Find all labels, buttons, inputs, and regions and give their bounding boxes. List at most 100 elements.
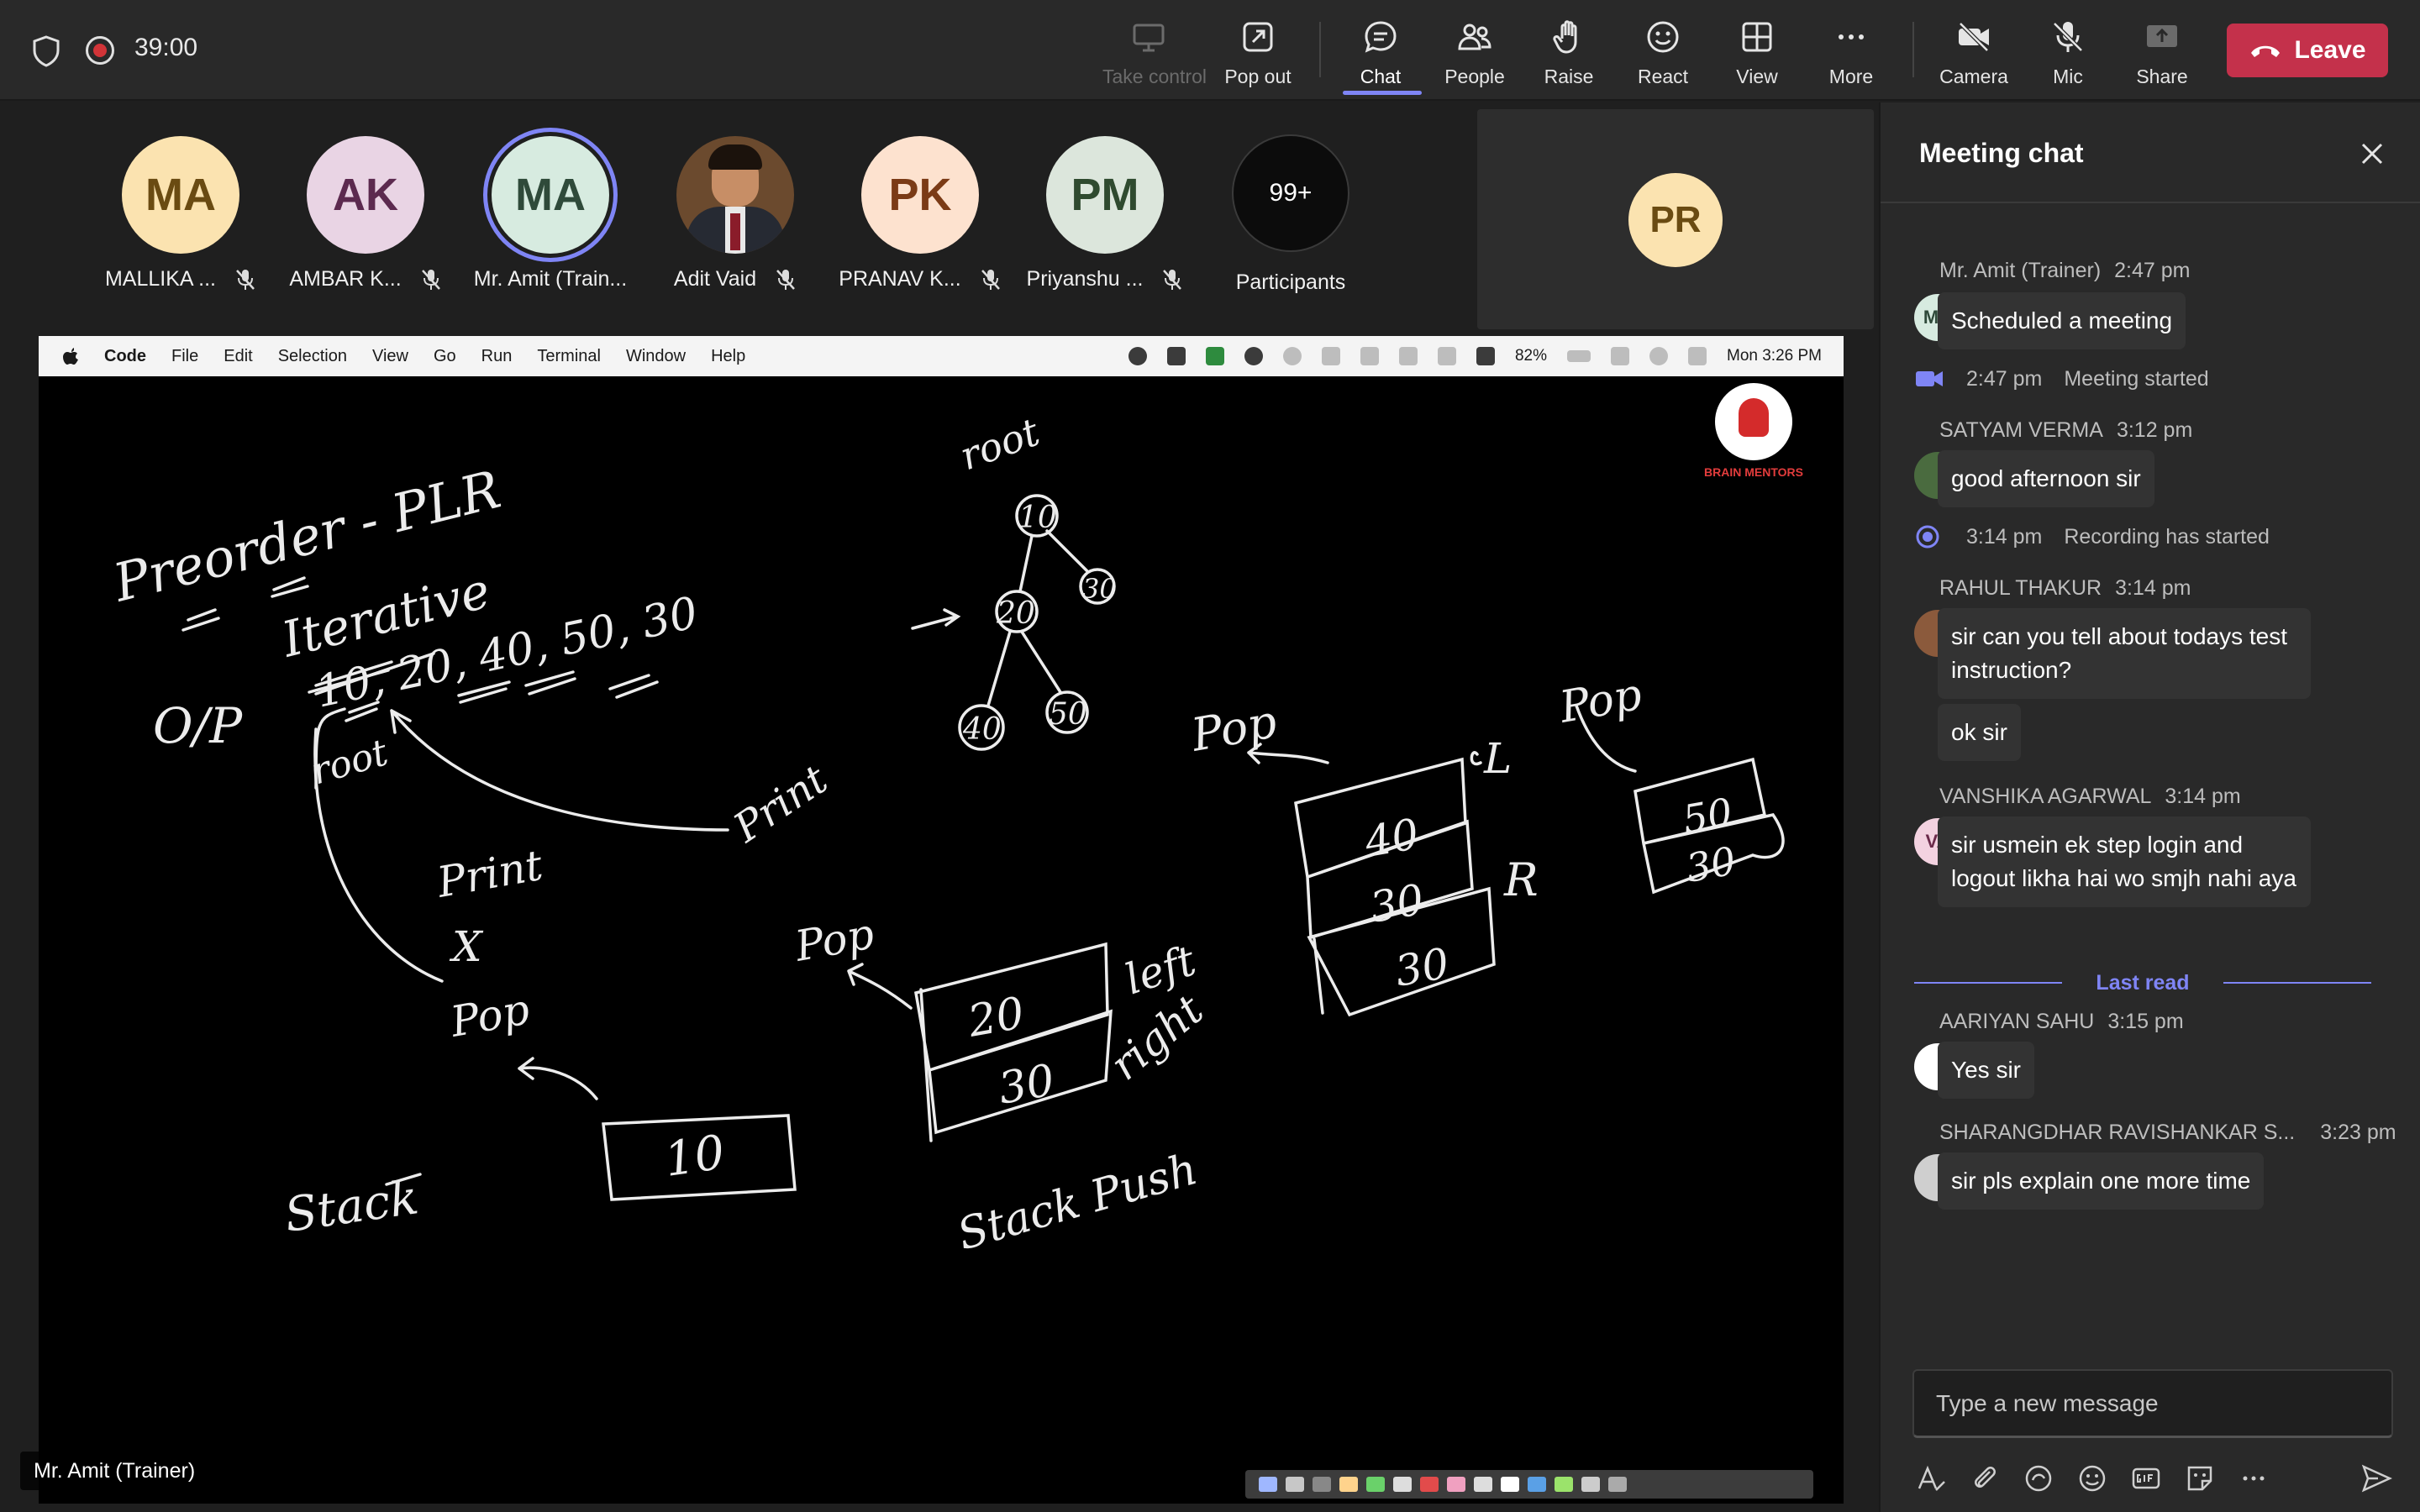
- status-icon: [1128, 347, 1147, 365]
- pen-tool-icon[interactable]: [1286, 1477, 1304, 1492]
- avatar-photo: [676, 136, 794, 254]
- people-icon: [1458, 24, 1491, 50]
- participant-name: Mr. Amit (Train...: [458, 267, 643, 291]
- send-icon[interactable]: [2360, 1462, 2393, 1495]
- recording-icon: [1916, 525, 1939, 549]
- chat-button[interactable]: Chat: [1334, 15, 1427, 91]
- share-button[interactable]: Share: [2116, 15, 2208, 91]
- status-icon: [1244, 347, 1263, 365]
- wb-right: right: [1101, 984, 1213, 1089]
- line-tool-icon[interactable]: [1474, 1477, 1492, 1492]
- mic-button[interactable]: Mic: [2022, 15, 2114, 91]
- raise-hand-button[interactable]: Raise: [1523, 15, 1615, 91]
- participant-tile[interactable]: PK PRANAV K...: [828, 136, 1013, 291]
- message-author: RAHUL THAKUR: [1939, 576, 2102, 600]
- mic-off-icon: [776, 269, 796, 290]
- sticker-icon[interactable]: [2183, 1462, 2217, 1495]
- more-participants-button[interactable]: 99+: [1232, 134, 1349, 252]
- tree-node-10: 10: [1018, 501, 1057, 535]
- pointer-tool-icon[interactable]: [1259, 1477, 1277, 1492]
- participant-tile[interactable]: Adit Vaid: [643, 136, 828, 291]
- emoji-icon[interactable]: [2075, 1462, 2109, 1495]
- take-control-button[interactable]: Take control: [1102, 15, 1207, 91]
- participant-tile[interactable]: PM Priyanshu ...: [1013, 136, 1197, 291]
- wb-root-label: root: [307, 731, 393, 793]
- avatar: PK: [861, 136, 979, 254]
- color-tool-icon[interactable]: [1420, 1477, 1439, 1492]
- shape-tool-icon[interactable]: [1447, 1477, 1465, 1492]
- gif-icon[interactable]: [2129, 1462, 2163, 1495]
- message-bubble[interactable]: sir pls explain one more time: [1938, 1152, 2265, 1210]
- keyboard-icon: [1476, 347, 1495, 365]
- wb-pop-3: Pop: [1186, 695, 1281, 762]
- highlighter-tool-icon[interactable]: [1366, 1477, 1385, 1492]
- react-button[interactable]: React: [1617, 15, 1709, 91]
- participant-tile[interactable]: MA MALLIKA ...: [88, 136, 273, 291]
- fill-tool-icon[interactable]: [1555, 1477, 1573, 1492]
- message-bubble[interactable]: ok sir: [1938, 704, 2021, 761]
- stack-item-30d: 30: [1683, 837, 1739, 890]
- more-participants-label: Participants: [1235, 270, 1346, 294]
- leave-button[interactable]: Leave: [2227, 24, 2388, 77]
- attach-icon[interactable]: [1968, 1462, 2002, 1495]
- stack-item-10: 10: [661, 1126, 729, 1188]
- stack-item-20: 20: [964, 988, 1028, 1047]
- message-bubble[interactable]: good afternoon sir: [1938, 450, 2154, 507]
- message-time: 3:12 pm: [2116, 418, 2193, 442]
- message-time: 3:14 pm: [2115, 576, 2191, 600]
- message-author: SATYAM VERMA: [1939, 418, 2103, 442]
- participant-tile-speaking[interactable]: MA Mr. Amit (Train...: [458, 136, 643, 291]
- take-control-icon: [1133, 24, 1165, 52]
- arrow-tool-icon[interactable]: [1528, 1477, 1546, 1492]
- raise-hand-icon: [1553, 20, 1577, 54]
- close-icon[interactable]: [2360, 141, 2385, 166]
- wb-pop-1: Pop: [446, 984, 533, 1047]
- take-control-label: Take control: [1102, 66, 1207, 87]
- pencil-tool-icon[interactable]: [1339, 1477, 1358, 1492]
- event-time: 3:14 pm: [1966, 524, 2043, 549]
- last-read-divider: Last read: [1914, 966, 2372, 1000]
- stack-item-50: 50: [1680, 789, 1736, 842]
- text-tool-icon[interactable]: [1393, 1477, 1412, 1492]
- menu-terminal: Terminal: [537, 346, 601, 365]
- message-bubble[interactable]: Scheduled a meeting: [1938, 292, 2186, 349]
- menu-selection: Selection: [277, 346, 347, 365]
- message-bubble[interactable]: sir usmein ek step login and logout likh…: [1938, 816, 2311, 907]
- people-button[interactable]: People: [1428, 15, 1521, 91]
- message-bubble[interactable]: Yes sir: [1938, 1042, 2035, 1099]
- loop-icon[interactable]: [2022, 1462, 2055, 1495]
- stack-item-30: 30: [995, 1055, 1059, 1115]
- meeting-toolbar: 39:00 Take control Pop out Chat People R…: [0, 0, 2420, 101]
- system-event: 2:47 pm Meeting started: [1914, 366, 2209, 391]
- message-time: 3:23 pm: [2320, 1121, 2396, 1144]
- participant-name-text: PRANAV K...: [839, 267, 961, 291]
- view-button[interactable]: View: [1711, 15, 1803, 91]
- participant-name: Priyanshu ...: [1013, 267, 1197, 291]
- message-input[interactable]: [1916, 1373, 2386, 1435]
- recording-icon: [86, 36, 114, 65]
- more-button[interactable]: More: [1805, 15, 1897, 91]
- more-label: More: [1828, 66, 1874, 87]
- logo-text: BRAIN MENTORS: [1704, 465, 1803, 479]
- stack-item-30b: 30: [1366, 875, 1428, 932]
- brain-logo-icon: [1715, 383, 1792, 460]
- page-indicator-icon[interactable]: [1608, 1477, 1627, 1492]
- pop-out-button[interactable]: Pop out: [1212, 15, 1304, 91]
- participant-tile[interactable]: AK AMBAR K...: [273, 136, 458, 291]
- wb-stack: Stack: [281, 1170, 422, 1243]
- message-author: SHARANGDHAR RAVISHANKAR S...: [1939, 1121, 2296, 1144]
- shield-icon[interactable]: [32, 35, 60, 67]
- message-bubble[interactable]: sir can you tell about todays test instr…: [1938, 608, 2311, 699]
- more-options-icon[interactable]: [2237, 1462, 2270, 1495]
- share-label: Share: [2136, 66, 2188, 87]
- camera-button[interactable]: Camera: [1928, 15, 2020, 91]
- settings-gear-icon[interactable]: [1581, 1477, 1600, 1492]
- wb-print-2: Print: [725, 756, 837, 853]
- brain-mentors-logo: BRAIN MENTORS: [1691, 383, 1817, 484]
- format-icon[interactable]: [1914, 1462, 1948, 1495]
- rect-tool-icon[interactable]: [1501, 1477, 1519, 1492]
- self-video-tile[interactable]: PR: [1477, 109, 1874, 329]
- grid-view-icon: [1742, 22, 1772, 52]
- eraser-tool-icon[interactable]: [1313, 1477, 1331, 1492]
- more-dots-icon: [1839, 34, 1864, 39]
